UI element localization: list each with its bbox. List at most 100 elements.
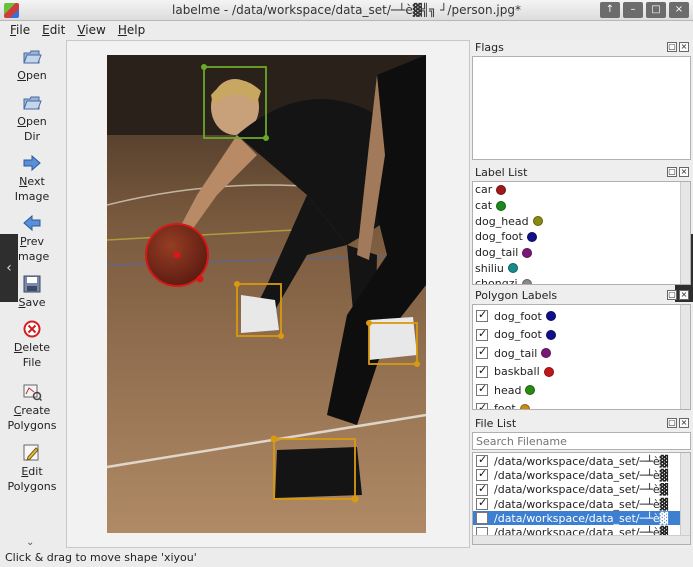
file-checkbox[interactable] — [476, 454, 488, 468]
visibility-checkbox[interactable] — [476, 364, 488, 378]
file-row[interactable]: /data/workspace/data_set/─┴è▓ — [473, 468, 690, 482]
minimize-button[interactable]: – — [623, 2, 643, 18]
float-icon[interactable]: ▢ — [667, 167, 677, 177]
color-swatch — [507, 263, 518, 274]
shape-label: foot — [494, 402, 516, 410]
list-item[interactable]: dog_head — [473, 213, 690, 229]
file-row[interactable]: /data/workspace/data_set/─┴è▓ — [473, 483, 690, 497]
visibility-checkbox[interactable] — [476, 308, 488, 323]
box-vertex[interactable] — [234, 281, 240, 287]
label-name: dog_foot — [475, 230, 523, 244]
next-image-label: Next Image — [14, 175, 50, 203]
scrollbar[interactable] — [680, 453, 690, 544]
list-item[interactable]: car — [473, 182, 690, 198]
prev-chevron-icon[interactable]: ‹ — [0, 234, 18, 302]
create-polygons-button[interactable]: Create Polygons — [0, 383, 64, 433]
file-checkbox[interactable] — [476, 468, 488, 482]
label-name: car — [475, 183, 493, 197]
menu-view[interactable]: View — [71, 21, 111, 40]
flags-panel — [472, 56, 691, 160]
maximize-button[interactable]: □ — [646, 2, 666, 18]
color-swatch — [525, 385, 536, 396]
float-icon[interactable]: ▢ — [667, 418, 677, 428]
folder-icon — [23, 50, 42, 64]
next-image-button[interactable]: Next Image — [0, 154, 64, 204]
keep-above-button[interactable]: ↑ — [600, 2, 620, 18]
list-item[interactable]: dog_tail — [473, 344, 690, 363]
menu-edit[interactable]: Edit — [36, 21, 71, 40]
float-icon[interactable]: ▢ — [667, 290, 677, 300]
polygon-icon — [23, 384, 42, 401]
color-swatch — [521, 278, 532, 284]
list-item[interactable]: dog_foot — [473, 307, 690, 326]
list-item[interactable]: baskball — [473, 363, 690, 382]
color-swatch — [526, 231, 537, 242]
create-polygons-label: Create Polygons — [7, 404, 57, 432]
close-icon[interactable]: × — [679, 418, 689, 428]
box-vertex[interactable] — [278, 333, 284, 339]
list-item[interactable]: cat — [473, 198, 690, 214]
circle-edge-vertex[interactable] — [196, 275, 204, 283]
annotated-photo[interactable] — [107, 55, 426, 533]
label-list-title: Label List — [475, 166, 528, 179]
box-vertex[interactable] — [414, 361, 420, 367]
list-item[interactable]: dog_foot — [473, 326, 690, 345]
list-item[interactable]: shiliu — [473, 260, 690, 276]
visibility-checkbox[interactable] — [476, 327, 488, 341]
visibility-checkbox[interactable] — [476, 382, 488, 397]
close-button[interactable]: × — [669, 2, 689, 18]
menu-help[interactable]: Help — [112, 21, 151, 40]
status-text: Click & drag to move shape 'xiyou' — [5, 551, 197, 564]
toolbar-overflow-icon[interactable]: ⌄ — [26, 537, 34, 548]
list-item[interactable]: foot — [473, 400, 690, 410]
visibility-checkbox[interactable] — [476, 345, 488, 360]
list-item[interactable]: dog_tail — [473, 245, 690, 261]
list-item[interactable]: chongzi — [473, 276, 690, 285]
box-vertex[interactable] — [366, 320, 372, 326]
box-vertex[interactable] — [351, 495, 359, 503]
close-icon[interactable]: × — [679, 42, 689, 52]
visibility-checkbox[interactable] — [476, 401, 488, 409]
search-filename-input[interactable] — [472, 432, 691, 450]
list-item[interactable]: dog_foot — [473, 229, 690, 245]
close-icon[interactable]: × — [679, 290, 689, 300]
shape-label: baskball — [494, 365, 540, 379]
scrollbar[interactable] — [680, 182, 690, 284]
box-vertex[interactable] — [201, 64, 207, 70]
shape-label: head — [494, 383, 522, 397]
file-row[interactable]: /data/workspace/data_set/─┴è▓ — [473, 454, 690, 468]
delete-file-button[interactable]: Delete File — [0, 320, 64, 370]
color-swatch — [532, 216, 543, 227]
second-player-shoe — [275, 447, 362, 498]
float-icon[interactable]: ▢ — [667, 42, 677, 52]
label-list-dock: Label List ▢ × car cat dog_head dog_foot … — [472, 165, 691, 285]
open-button[interactable]: Open — [0, 48, 64, 83]
player-shoe — [241, 295, 279, 333]
file-path: /data/workspace/data_set/─┴è▓ — [494, 483, 669, 497]
flags-dock: Flags ▢ × — [472, 40, 691, 160]
circle-center-vertex[interactable] — [173, 251, 181, 259]
box-vertex[interactable] — [270, 435, 278, 443]
box-vertex[interactable] — [263, 135, 269, 141]
file-checkbox[interactable] — [476, 497, 488, 511]
file-row-selected[interactable]: /data/workspace/data_set/─┴è▓ — [473, 511, 690, 526]
label-name: chongzi — [475, 277, 518, 285]
file-path: /data/workspace/data_set/─┴è▓ — [494, 454, 669, 468]
scrollbar[interactable] — [680, 305, 690, 409]
file-checkbox[interactable] — [476, 512, 488, 525]
file-checkbox[interactable] — [476, 483, 488, 496]
open-dir-button[interactable]: Open Dir — [0, 94, 64, 144]
status-bar: Click & drag to move shape 'xiyou' — [0, 548, 693, 567]
edit-polygons-label: Edit Polygons — [7, 465, 57, 493]
delete-icon — [23, 320, 41, 338]
file-row[interactable]: /data/workspace/data_set/─┴è▓ — [473, 497, 690, 511]
edit-polygons-button[interactable]: Edit Polygons — [0, 444, 64, 494]
file-list-dock-title: File List ▢ × — [472, 416, 691, 432]
floppy-icon — [23, 275, 41, 293]
scrollbar[interactable] — [473, 535, 690, 544]
arrow-right-icon — [23, 154, 41, 172]
label-list-dock-title: Label List ▢ × — [472, 165, 691, 181]
close-icon[interactable]: × — [679, 167, 689, 177]
menu-file[interactable]: File — [4, 21, 36, 40]
list-item[interactable]: head — [473, 381, 690, 400]
